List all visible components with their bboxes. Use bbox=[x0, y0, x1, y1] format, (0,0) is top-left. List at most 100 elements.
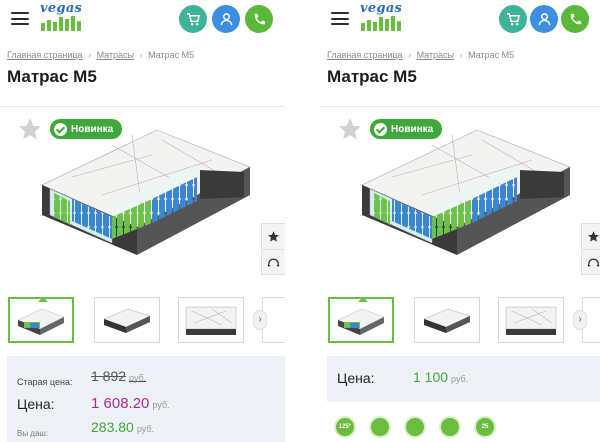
phone-icon bbox=[570, 13, 581, 24]
feature-icon: 125° bbox=[334, 416, 356, 438]
savings-number: 283.80 bbox=[91, 419, 134, 435]
screen-left: vegas Главная страница › Матрасы › Матра… bbox=[0, 0, 285, 442]
logo-text: vegas bbox=[360, 1, 403, 16]
breadcrumb-separator: › bbox=[408, 50, 412, 60]
price-box: Старая цена: 1 892 руб. Цена: 1 608.20 руб… bbox=[7, 356, 285, 442]
menu-icon[interactable] bbox=[11, 12, 29, 25]
badge-label: Новинка bbox=[71, 123, 114, 135]
compare-button[interactable] bbox=[582, 249, 600, 274]
feature-icon bbox=[404, 416, 426, 438]
account-button[interactable] bbox=[530, 5, 558, 33]
currency: руб. bbox=[129, 373, 147, 383]
chevron-right-icon[interactable]: › bbox=[253, 310, 267, 330]
favorite-star-icon[interactable] bbox=[337, 116, 363, 142]
screen-right: vegas Главная страница › Матрасы › Матра… bbox=[320, 0, 600, 442]
cart-button[interactable] bbox=[179, 5, 207, 33]
thumbnail-image bbox=[103, 308, 151, 333]
price-value: 1 100 руб. bbox=[413, 369, 468, 385]
logo-text: vegas bbox=[40, 1, 83, 16]
header: vegas bbox=[320, 0, 600, 36]
thumbnail-image bbox=[505, 306, 557, 335]
cart-icon bbox=[186, 12, 200, 25]
thumbnail-2[interactable] bbox=[94, 297, 160, 343]
phone-icon bbox=[254, 13, 265, 24]
breadcrumb-separator: › bbox=[459, 50, 463, 60]
thumbnail-3[interactable] bbox=[498, 297, 564, 343]
currency: руб. bbox=[152, 400, 170, 410]
add-favorite-button[interactable] bbox=[582, 224, 600, 249]
savings-label: Вы даш: bbox=[17, 429, 49, 438]
user-icon bbox=[220, 12, 232, 25]
price-number: 1 608.20 bbox=[91, 395, 150, 412]
breadcrumb-current: Матрас М5 bbox=[468, 50, 515, 60]
thumbnail-strip bbox=[328, 297, 600, 343]
user-icon bbox=[538, 12, 550, 25]
breadcrumb: Главная страница › Матрасы › Матрас М5 bbox=[327, 50, 514, 60]
feature-icon: 25 bbox=[474, 416, 496, 438]
account-button[interactable] bbox=[212, 5, 240, 33]
old-price-label: Старая цена: bbox=[17, 377, 73, 387]
thumbnail-1[interactable] bbox=[328, 297, 394, 343]
divider bbox=[0, 106, 285, 107]
side-tools bbox=[261, 223, 285, 275]
price-box: Цена: 1 100 руб. bbox=[327, 356, 600, 402]
compare-scale-icon bbox=[267, 258, 279, 266]
price-value: 1 608.20 руб. bbox=[91, 395, 170, 412]
cart-icon bbox=[506, 12, 520, 25]
feature-icon bbox=[439, 416, 461, 438]
thumbnail-image bbox=[337, 308, 385, 335]
page-title: Матрас М5 bbox=[7, 67, 97, 86]
feature-icons: 125° 25 bbox=[334, 416, 600, 442]
breadcrumb-current: Матрас М5 bbox=[148, 50, 195, 60]
menu-icon[interactable] bbox=[331, 12, 349, 25]
breadcrumb-separator: › bbox=[88, 50, 92, 60]
breadcrumb: Главная страница › Матрасы › Матрас М5 bbox=[7, 50, 194, 60]
price-label: Цена: bbox=[337, 370, 375, 386]
savings-row: Вы даш: 283.80 руб. bbox=[17, 419, 154, 441]
add-favorite-button[interactable] bbox=[262, 224, 284, 249]
old-price-row: Старая цена: 1 892 руб. bbox=[17, 368, 146, 390]
new-badge: Новинка bbox=[370, 119, 443, 139]
thumbnail-1[interactable] bbox=[8, 297, 74, 343]
feature-icon bbox=[369, 416, 391, 438]
thumbnail-strip bbox=[8, 297, 285, 343]
call-button[interactable] bbox=[245, 5, 273, 33]
logo-bars bbox=[41, 16, 85, 31]
check-icon bbox=[374, 122, 387, 136]
chevron-right-icon[interactable]: › bbox=[573, 310, 587, 330]
thumbnail-3[interactable] bbox=[178, 297, 244, 343]
thumbnail-image bbox=[423, 308, 471, 333]
product-image[interactable] bbox=[12, 115, 262, 265]
star-icon bbox=[587, 231, 599, 242]
side-tools bbox=[581, 223, 600, 275]
product-image[interactable] bbox=[332, 115, 582, 265]
savings-value: 283.80 руб. bbox=[91, 419, 154, 435]
logo[interactable]: vegas bbox=[360, 1, 410, 33]
thumbnail-image bbox=[17, 308, 65, 335]
breadcrumb-separator: › bbox=[139, 50, 143, 60]
screen-gap bbox=[285, 0, 320, 442]
compare-button[interactable] bbox=[262, 249, 284, 274]
logo[interactable]: vegas bbox=[40, 1, 90, 33]
favorite-star-icon[interactable] bbox=[17, 116, 43, 142]
price-row: Цена: 1 100 руб. bbox=[337, 369, 468, 388]
cart-button[interactable] bbox=[499, 5, 527, 33]
breadcrumb-home[interactable]: Главная страница bbox=[7, 50, 83, 60]
breadcrumb-category[interactable]: Матрасы bbox=[97, 50, 135, 60]
thumbnail-2[interactable] bbox=[414, 297, 480, 343]
check-icon bbox=[54, 122, 67, 136]
header: vegas bbox=[0, 0, 285, 36]
price-row: Цена: 1 608.20 руб. bbox=[17, 395, 170, 414]
thumbnail-image bbox=[185, 306, 237, 335]
call-button[interactable] bbox=[561, 5, 589, 33]
divider bbox=[320, 106, 600, 107]
breadcrumb-category[interactable]: Матрасы bbox=[417, 50, 455, 60]
price-label: Цена: bbox=[17, 396, 55, 412]
new-badge: Новинка bbox=[50, 119, 123, 139]
star-icon bbox=[267, 231, 279, 242]
currency: руб. bbox=[136, 424, 154, 434]
old-price-value: 1 892 руб. bbox=[91, 368, 146, 384]
compare-scale-icon bbox=[587, 258, 599, 266]
currency: руб. bbox=[451, 374, 469, 384]
breadcrumb-home[interactable]: Главная страница bbox=[327, 50, 403, 60]
